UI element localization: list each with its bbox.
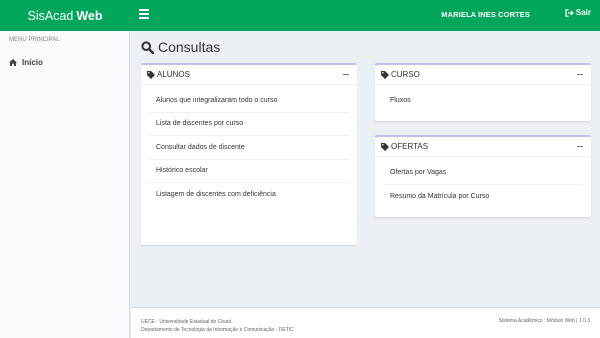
footer-credits: UECE - Universidade Estadual do Ceará De…	[141, 318, 294, 334]
link-alunos-integralizaram[interactable]: Alunos que integralizaram todo o curso	[149, 89, 349, 113]
box-ofertas: OFERTAS Ofertas por Vagas Resumo da Matr…	[375, 135, 591, 217]
footer-version: Sistema Acadêmico : Módulo Web | 1.0.3	[498, 318, 590, 324]
logout-button[interactable]: Sair	[565, 8, 591, 17]
box-curso-header: CURSO	[375, 65, 591, 85]
sidebar-item-inicio[interactable]: Início	[0, 49, 129, 75]
link-historico-escolar[interactable]: Histórico escolar	[149, 160, 349, 183]
brand-bold-text: Web	[76, 8, 103, 23]
search-icon	[141, 40, 154, 54]
page-title: Consultas	[141, 39, 220, 55]
tag-icon	[381, 70, 389, 79]
page-title-text: Consultas	[158, 39, 221, 55]
link-fluxos[interactable]: Fluxos	[383, 89, 583, 113]
top-navbar: SisAcad Web MARIELA INES CORTES Sair	[0, 0, 600, 31]
footer: UECE - Universidade Estadual do Ceará De…	[131, 307, 600, 338]
box-alunos-body: Alunos que integralizaram todo o curso L…	[141, 85, 357, 207]
minus-icon	[577, 145, 583, 148]
link-ofertas-por-vagas[interactable]: Ofertas por Vagas	[383, 161, 583, 185]
box-ofertas-header: OFERTAS	[375, 137, 591, 157]
logout-label: Sair	[575, 8, 591, 17]
user-name[interactable]: MARIELA INES CORTES	[441, 10, 530, 19]
collapse-button[interactable]	[341, 70, 351, 80]
footer-institution: UECE - Universidade Estadual do Ceará	[141, 319, 232, 325]
brand-light-text: SisAcad	[27, 8, 74, 23]
box-curso-body: Fluxos	[375, 85, 591, 113]
box-alunos-title: ALUNOS	[157, 70, 190, 79]
app-logo[interactable]: SisAcad Web	[0, 0, 130, 31]
box-ofertas-body: Ofertas por Vagas Resumo da Matrícula po…	[375, 157, 591, 208]
home-icon	[9, 58, 17, 66]
main-content: Consultas ALUNOS Alunos que integralizar…	[131, 31, 600, 307]
collapse-button[interactable]	[575, 142, 585, 152]
tag-icon	[147, 70, 155, 79]
box-alunos-header: ALUNOS	[141, 65, 357, 85]
footer-department: Departamento de Tecnologia da Informação…	[141, 327, 294, 333]
sidebar-header: MENU PRINCIPAL	[9, 37, 60, 43]
sidebar-toggle-icon[interactable]	[139, 9, 149, 21]
collapse-button[interactable]	[575, 70, 585, 80]
sidebar-item-label: Início	[22, 57, 43, 67]
minus-icon	[577, 73, 583, 76]
box-alunos: ALUNOS Alunos que integralizaram todo o …	[141, 63, 357, 245]
sign-out-icon	[565, 8, 574, 17]
minus-icon	[343, 73, 349, 76]
link-consultar-dados-discente[interactable]: Consultar dados de discente	[149, 136, 349, 160]
link-discentes-deficiencia[interactable]: Listagem de discentes com deficiência	[149, 183, 349, 207]
link-resumo-matricula[interactable]: Resumo da Matrícula por Curso	[383, 185, 583, 209]
box-curso: CURSO Fluxos	[375, 63, 591, 121]
tag-icon	[381, 142, 389, 151]
link-lista-discentes-curso[interactable]: Lista de discentes por curso	[149, 113, 349, 136]
box-ofertas-title: OFERTAS	[391, 142, 429, 151]
box-curso-title: CURSO	[391, 70, 420, 79]
sidebar: MENU PRINCIPAL Início	[0, 31, 130, 338]
